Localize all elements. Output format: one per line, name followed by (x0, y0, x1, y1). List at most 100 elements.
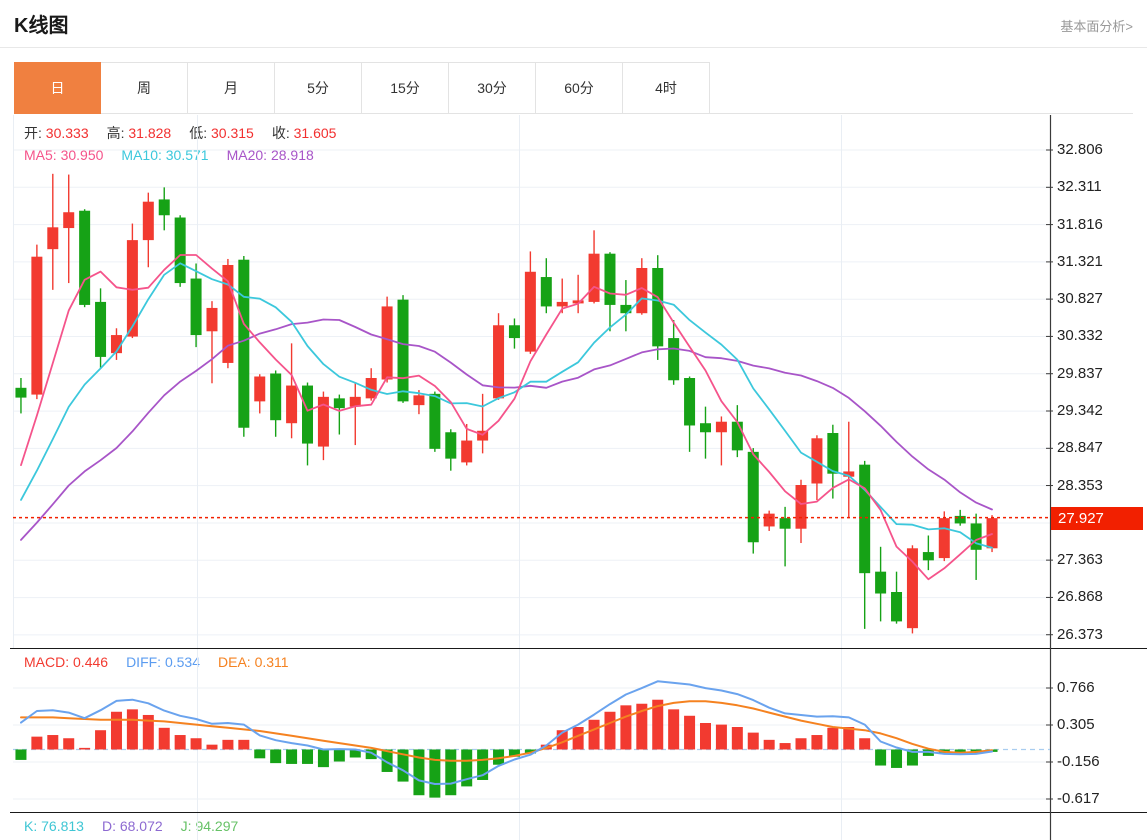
ma-layer (20, 254, 993, 581)
candle-down (668, 338, 680, 381)
macd-bar (891, 749, 903, 768)
macd-bar (254, 749, 266, 759)
macd-bar (604, 711, 616, 750)
macd-bar (190, 738, 202, 750)
candle-down (827, 433, 839, 474)
candle-down (238, 259, 250, 428)
candle-up (524, 271, 536, 352)
price-tick-label: 31.321 (1057, 252, 1103, 270)
macd-bar (95, 730, 107, 750)
candle-up (31, 256, 43, 395)
macd-bar (174, 735, 186, 750)
macd-bar (110, 711, 122, 750)
macd-tick-label: 0.766 (1057, 679, 1095, 696)
macd-bar (668, 709, 680, 750)
macd-tick-label: 0.305 (1057, 716, 1095, 733)
macd-bar (763, 739, 775, 750)
macd-bar (827, 727, 839, 750)
price-tick-label: 29.837 (1057, 364, 1103, 382)
macd-bar (222, 739, 234, 750)
candle-up (763, 513, 775, 527)
candle-down (174, 217, 186, 284)
macd-bar (270, 749, 282, 764)
candle-down (891, 592, 903, 622)
macd-bar (317, 749, 329, 768)
candle-down (302, 385, 314, 444)
candle-up (795, 485, 807, 529)
candle-down (970, 523, 982, 550)
macd-bar (158, 727, 170, 750)
price-tick-label: 30.827 (1057, 290, 1103, 308)
macd-layer (13, 680, 1050, 798)
price-tick-label: 32.311 (1057, 178, 1102, 196)
candle-up (254, 376, 266, 402)
candle-up (556, 301, 568, 307)
macd-bar (126, 709, 138, 750)
price-tick-label: 28.847 (1057, 439, 1103, 457)
macd-bar (302, 749, 314, 764)
macd-bar (333, 749, 345, 762)
macd-bar (429, 749, 441, 798)
candle-up (142, 201, 154, 241)
macd-bar (206, 744, 218, 750)
macd-bar (875, 749, 887, 766)
candle-down (859, 464, 871, 574)
macd-bar (588, 719, 600, 750)
candle-up (461, 440, 473, 463)
candle-down (15, 387, 27, 398)
macd-tick-label: -0.156 (1057, 752, 1100, 770)
macd-bar (779, 743, 791, 750)
current-price-badge: 27.927 (1051, 506, 1143, 530)
macd-bar (238, 739, 250, 750)
candle-down (429, 393, 441, 449)
candle-down (875, 571, 887, 594)
price-tick-label: 30.332 (1057, 327, 1103, 345)
candle-down (779, 518, 791, 529)
price-tick-label: 28.353 (1057, 476, 1103, 494)
macd-bar (715, 724, 727, 750)
candle-down (684, 378, 696, 426)
macd-bar (286, 749, 298, 764)
candle-up (588, 253, 600, 302)
macd-bar (699, 722, 711, 750)
candle-up (413, 395, 425, 406)
price-tick-label: 32.806 (1057, 141, 1103, 158)
candle-up (206, 307, 218, 332)
macd-bar (445, 749, 457, 796)
price-tick-label: 27.363 (1057, 551, 1103, 569)
candle-down (922, 552, 934, 561)
candles-layer (15, 173, 998, 634)
candle-up (906, 548, 918, 629)
kline-page: K线图 基本面分析> 日周月 5分 15分 30分 60分 4时 开: 30.333 高: … (0, 0, 1147, 840)
macd-bar (47, 735, 59, 750)
candle-down (270, 373, 282, 421)
macd-bar (79, 747, 91, 750)
candle-down (731, 421, 743, 451)
macd-bar (859, 738, 871, 750)
candle-up (47, 227, 59, 250)
candle-down (158, 199, 170, 216)
candle-down (699, 423, 711, 433)
candle-up (286, 385, 298, 424)
macd-bar (31, 736, 43, 750)
candle-up (715, 421, 727, 433)
price-tick-label: 26.868 (1057, 588, 1103, 606)
macd-tick-label: -0.617 (1057, 789, 1100, 807)
price-tick-label: 26.373 (1057, 625, 1103, 643)
candle-down (652, 267, 664, 347)
chart-canvas[interactable] (0, 0, 1147, 840)
candle-down (604, 253, 616, 305)
candle-down (95, 301, 107, 357)
macd-bar (15, 749, 27, 760)
macd-bar (63, 738, 75, 750)
candle-down (508, 325, 520, 339)
macd-bar (747, 732, 759, 750)
price-tick-label: 29.342 (1057, 402, 1103, 419)
macd-bar (795, 738, 807, 750)
macd-bar (843, 727, 855, 750)
candle-down (397, 299, 409, 402)
price-tick-label: 31.816 (1057, 215, 1103, 233)
candle-down (333, 398, 345, 409)
macd-bar (620, 705, 632, 750)
candle-down (445, 432, 457, 459)
